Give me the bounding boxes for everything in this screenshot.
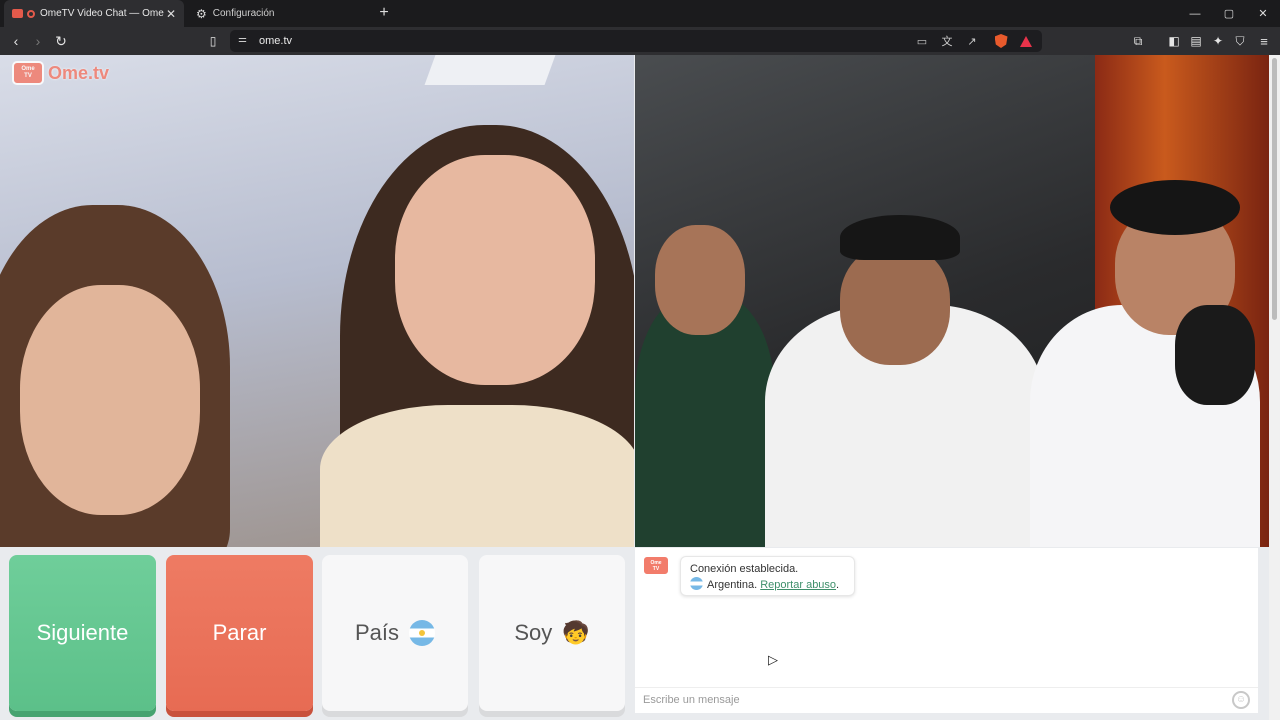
report-abuse-link[interactable]: Reportar abuso	[760, 579, 836, 591]
argentina-flag-icon	[409, 620, 436, 646]
maximize-button[interactable]: ▢	[1212, 0, 1246, 27]
soy-label: Soy	[514, 620, 553, 645]
bookmark-icon[interactable]: ▯	[203, 31, 223, 51]
tab-settings[interactable]: ⚙ Configuración	[188, 0, 368, 27]
remote-video	[635, 55, 1269, 547]
local-video: Ome TV Ome.tv	[0, 55, 634, 547]
country-name: Argentina.	[707, 579, 758, 591]
tv-logo-icon: Ome TV	[12, 61, 44, 85]
next-label: Siguiente	[36, 620, 129, 645]
logo-text: Ome.tv	[48, 62, 110, 83]
system-message: Conexión establecida. Argentina. Reporta…	[680, 556, 855, 596]
ometv-logo[interactable]: Ome TV Ome.tv	[12, 61, 109, 85]
argentina-flag-icon	[690, 577, 703, 590]
wallet-icon[interactable]: ▤	[1186, 31, 1206, 51]
screen-icon[interactable]: ▭	[914, 33, 930, 49]
forward-icon[interactable]: ›	[28, 31, 48, 51]
browser-toolbar: ‹ › ↻ ▯ ⚌ ome.tv ▭ 文 ↗ ⧉ ◧ ▤ ✦ ⛉ ≡	[0, 27, 1280, 55]
stop-button[interactable]: Parar	[166, 555, 313, 711]
message-bar[interactable]: Escribe un mensaje ☺	[635, 687, 1258, 713]
address-bar[interactable]: ⚌ ome.tv ▭ 文 ↗	[230, 30, 1042, 52]
gear-icon: ⚙	[196, 6, 207, 21]
gender-button[interactable]: Soy 🧒	[479, 555, 625, 711]
boy-icon: 🧒	[562, 620, 590, 645]
new-tab-button[interactable]: +	[376, 4, 392, 22]
screenshot-icon[interactable]: ⧉	[1128, 31, 1148, 51]
minimize-button[interactable]: —	[1178, 0, 1212, 27]
reload-icon[interactable]: ↻	[51, 31, 71, 51]
tv-logo-icon: Ome TV	[643, 556, 669, 575]
menu-icon[interactable]: ≡	[1254, 31, 1274, 51]
scrollbar-thumb[interactable]	[1272, 58, 1277, 320]
brave-shields-icon[interactable]	[993, 33, 1009, 49]
close-window-button[interactable]: ✕	[1246, 0, 1280, 27]
site-settings-icon[interactable]: ⚌	[238, 34, 247, 45]
leo-icon[interactable]: ✦	[1208, 31, 1228, 51]
stranger-country: Argentina. Reportar abuso.	[690, 577, 845, 593]
sidebar-icon[interactable]: ◧	[1164, 31, 1184, 51]
recording-icon	[27, 9, 35, 18]
share-icon[interactable]: ↗	[964, 33, 980, 49]
brave-rewards-icon[interactable]	[1018, 33, 1034, 49]
ometv-page: OmeTV Ome.tv Siguiente Parar País Soy 🧒	[0, 55, 1280, 720]
tab-strip: OmeTV Video Chat — Omeg ✕ ⚙ Configuració…	[0, 0, 1280, 27]
stop-label: Parar	[212, 620, 267, 645]
close-tab-icon[interactable]: ✕	[164, 7, 178, 21]
ometv-favicon-icon	[12, 9, 23, 18]
url-text: ome.tv	[259, 35, 293, 47]
emoji-icon[interactable]: ☺	[1232, 691, 1250, 709]
country-label: País	[354, 620, 400, 645]
vpn-icon[interactable]: ⛉	[1230, 31, 1250, 51]
connection-status: Conexión establecida.	[690, 563, 799, 575]
tab-title: Configuración	[212, 8, 275, 19]
message-input[interactable]: Escribe un mensaje	[643, 694, 740, 706]
page-scrollbar[interactable]	[1269, 55, 1280, 720]
tab-ometv[interactable]: OmeTV Video Chat — Omeg ✕	[4, 0, 184, 27]
next-button[interactable]: Siguiente	[9, 555, 156, 711]
mouse-cursor-icon: ▷	[768, 652, 778, 667]
back-icon[interactable]: ‹	[6, 31, 26, 51]
tab-title: OmeTV Video Chat — Omeg	[40, 8, 164, 19]
country-button[interactable]: País	[322, 555, 468, 711]
translate-icon[interactable]: 文	[939, 33, 955, 49]
